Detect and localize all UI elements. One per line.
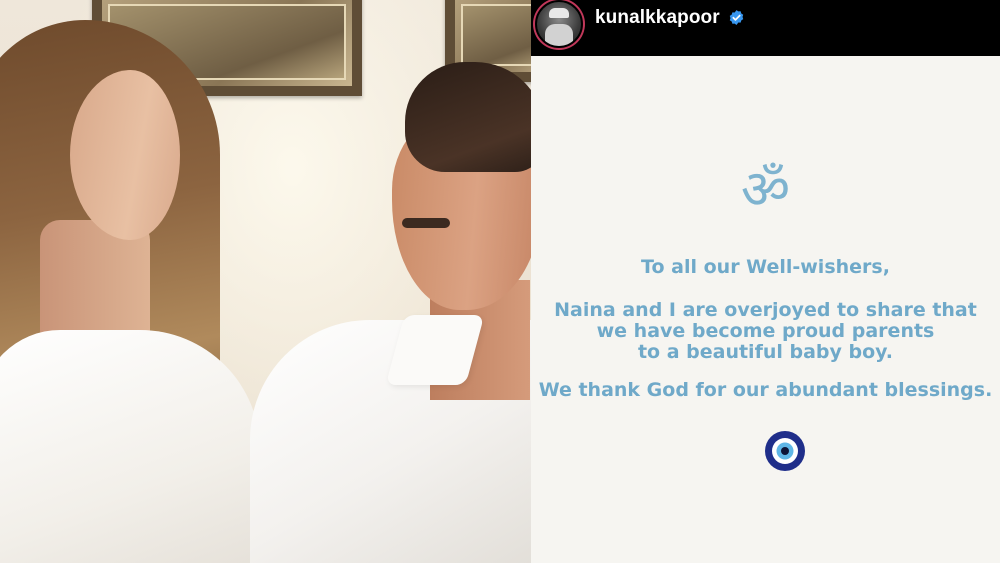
verified-badge-icon (729, 10, 744, 25)
profile-avatar[interactable] (533, 0, 585, 50)
couple-photo (0, 0, 531, 563)
announcement-card: ॐ To all our Well-wishers, Naina and I a… (531, 56, 1000, 563)
instagram-post: kunalkkapoor ॐ To all our Well-wishers, … (531, 0, 1000, 563)
message-line: Naina and I are overjoyed to share that (554, 299, 977, 321)
message-line: we have become proud parents (596, 320, 935, 342)
woman-face (70, 70, 180, 240)
message-line: to a beautiful baby boy. (637, 341, 894, 363)
username[interactable]: kunalkkapoor (595, 6, 720, 30)
man-hair (405, 62, 531, 172)
post-header: kunalkkapoor (531, 0, 1000, 56)
greeting-text: To all our Well-wishers, (641, 256, 890, 278)
thanks-text: We thank God for our abundant blessings. (538, 379, 993, 401)
om-symbol: ॐ (740, 158, 791, 221)
evil-eye-icon (765, 431, 805, 471)
woman-white-top (0, 330, 260, 563)
man-mustache (402, 218, 450, 228)
avatar-image (535, 0, 583, 48)
